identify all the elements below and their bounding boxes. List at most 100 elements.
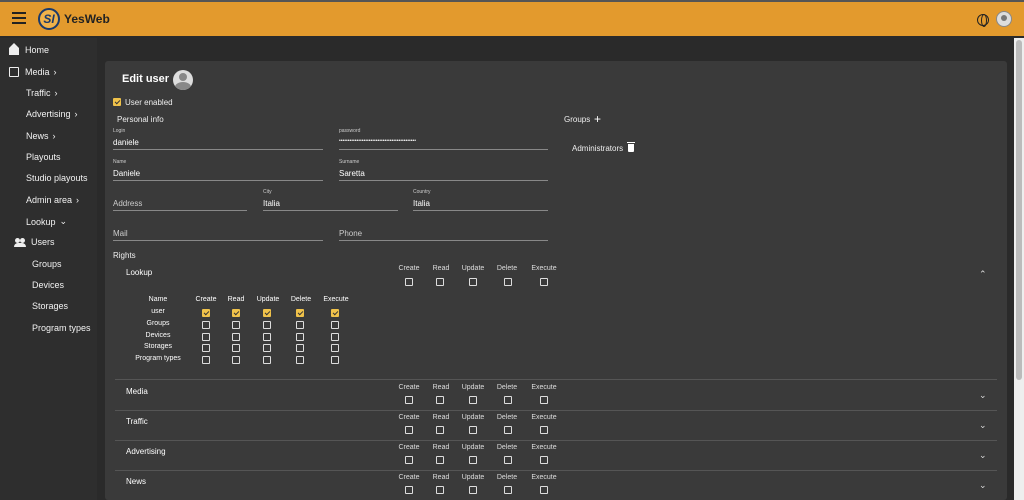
sidebar-item-media[interactable]: Media › [9, 67, 57, 77]
user-enabled-checkbox[interactable] [113, 98, 121, 106]
scrollbar-thumb[interactable] [1016, 40, 1022, 380]
section-permission-checkbox[interactable] [504, 486, 512, 494]
sidebar-item-news[interactable]: News › [26, 131, 56, 141]
perm-header: Update [461, 384, 485, 391]
rights-section-title[interactable]: News [126, 477, 146, 486]
permission-checkbox[interactable] [202, 309, 210, 317]
permission-checkbox[interactable] [296, 356, 304, 365]
chevron-down-icon[interactable]: ⌄ [979, 450, 987, 461]
section-permission-checkbox[interactable] [436, 426, 444, 434]
sidebar-item-studio-playouts[interactable]: Studio playouts [26, 173, 88, 183]
permission-checkbox[interactable] [331, 344, 339, 353]
execute-column-header: Execute [323, 296, 349, 303]
section-permission-checkbox[interactable] [504, 396, 512, 404]
sidebar-item-users[interactable]: Users [14, 237, 55, 247]
sidebar-item-traffic[interactable]: Traffic › [26, 88, 58, 98]
sidebar-item-playouts[interactable]: Playouts [26, 152, 61, 162]
permission-checkbox[interactable] [232, 332, 240, 341]
permission-checkbox[interactable] [202, 320, 210, 329]
permission-checkbox[interactable] [296, 309, 304, 317]
perm-header: Delete [496, 474, 518, 481]
section-read-checkbox[interactable] [436, 278, 444, 286]
add-group-plus-icon[interactable]: + [594, 113, 601, 125]
chevron-down-icon[interactable]: ⌄ [979, 420, 987, 431]
permission-checkbox[interactable] [263, 332, 271, 341]
sidebar-item-label: Users [31, 237, 55, 247]
section-create-checkbox[interactable] [405, 278, 413, 286]
section-permission-checkbox[interactable] [469, 456, 477, 464]
section-permission-checkbox[interactable] [436, 486, 444, 494]
section-permission-checkbox[interactable] [436, 456, 444, 464]
permission-checkbox[interactable] [331, 320, 339, 329]
delete-group-trash-icon[interactable] [627, 142, 635, 152]
permission-checkbox[interactable] [331, 356, 339, 365]
address-input[interactable]: Address [113, 199, 142, 208]
sidebar-item-storages[interactable]: Storages [32, 301, 68, 311]
section-permission-checkbox[interactable] [504, 456, 512, 464]
name-input[interactable]: Daniele [113, 169, 140, 178]
sidebar-item-devices[interactable]: Devices [32, 280, 64, 290]
permission-checkbox[interactable] [263, 356, 271, 365]
city-input[interactable]: Italia [263, 199, 280, 208]
section-permission-checkbox[interactable] [405, 486, 413, 494]
section-permission-checkbox[interactable] [540, 396, 548, 404]
permission-checkbox[interactable] [232, 309, 240, 317]
group-item: Administrators [572, 144, 624, 153]
user-avatar[interactable] [996, 11, 1012, 27]
sidebar-item-program-types[interactable]: Program types [32, 323, 91, 333]
section-permission-checkbox[interactable] [504, 426, 512, 434]
permission-checkbox[interactable] [232, 356, 240, 365]
mail-input[interactable]: Mail [113, 229, 128, 238]
section-permission-checkbox[interactable] [469, 426, 477, 434]
language-globe-icon[interactable] [977, 14, 989, 27]
sidebar-item-advertising[interactable]: Advertising › [26, 109, 78, 119]
permission-checkbox[interactable] [296, 332, 304, 341]
permission-checkbox[interactable] [296, 320, 304, 329]
app-logo[interactable]: SI YesWeb [38, 8, 110, 30]
section-permission-checkbox[interactable] [436, 396, 444, 404]
permission-checkbox[interactable] [263, 320, 271, 329]
section-delete-checkbox[interactable] [504, 278, 512, 286]
section-permission-checkbox[interactable] [405, 396, 413, 404]
hamburger-menu-icon[interactable] [12, 12, 26, 24]
user-avatar-large[interactable] [173, 70, 193, 90]
sidebar-item-groups[interactable]: Groups [32, 259, 62, 269]
permission-checkbox[interactable] [202, 332, 210, 341]
permission-checkbox[interactable] [263, 309, 271, 317]
mail-underline [113, 240, 323, 241]
chevron-up-icon[interactable]: ⌃ [979, 269, 987, 280]
surname-input[interactable]: Saretta [339, 169, 365, 178]
sidebar-item-home[interactable]: Home [9, 43, 49, 55]
login-input[interactable]: daniele [113, 138, 139, 147]
rights-section-title[interactable]: Advertising [126, 447, 166, 456]
section-execute-checkbox[interactable] [540, 278, 548, 286]
country-input[interactable]: Italia [413, 199, 430, 208]
section-permission-checkbox[interactable] [405, 426, 413, 434]
permission-checkbox[interactable] [331, 332, 339, 341]
permission-checkbox[interactable] [202, 344, 210, 353]
page-scrollbar[interactable] [1014, 38, 1024, 500]
rights-section-title[interactable]: Lookup [126, 268, 152, 277]
permission-checkbox[interactable] [296, 344, 304, 353]
section-permission-checkbox[interactable] [540, 426, 548, 434]
section-permission-checkbox[interactable] [405, 456, 413, 464]
chevron-down-icon[interactable]: ⌄ [979, 390, 987, 401]
permission-checkbox[interactable] [263, 344, 271, 353]
section-update-checkbox[interactable] [469, 278, 477, 286]
section-permission-checkbox[interactable] [540, 456, 548, 464]
rights-section-title[interactable]: Media [126, 387, 148, 396]
phone-input[interactable]: Phone [339, 229, 362, 238]
section-permission-checkbox[interactable] [469, 486, 477, 494]
permission-checkbox[interactable] [202, 356, 210, 365]
section-permission-checkbox[interactable] [540, 486, 548, 494]
permission-checkbox[interactable] [232, 344, 240, 353]
rights-section-title[interactable]: Traffic [126, 417, 148, 426]
permission-checkbox[interactable] [232, 320, 240, 329]
section-permission-checkbox[interactable] [469, 396, 477, 404]
sidebar-item-lookup[interactable]: Lookup ⌄ [26, 216, 67, 227]
chevron-down-icon[interactable]: ⌄ [979, 480, 987, 491]
password-input[interactable]: ••••••••••••••••••••••••••••••••••••••••… [339, 138, 416, 144]
perm-header: Read [432, 265, 450, 272]
sidebar-item-admin-area[interactable]: Admin area › [26, 195, 79, 205]
permission-checkbox[interactable] [331, 309, 339, 317]
